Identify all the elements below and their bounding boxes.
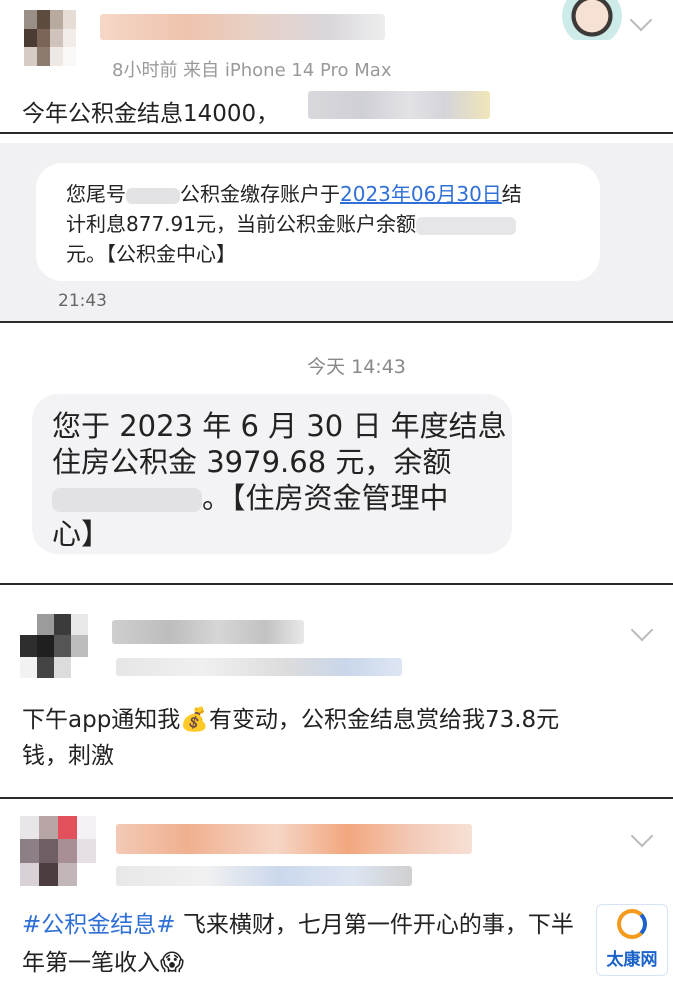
text-segment: 有变动，公积金结息赏给我73.8元 (208, 707, 560, 733)
meta-blurred (116, 658, 402, 676)
chevron-down-icon[interactable] (630, 824, 654, 848)
post-2: 下午app通知我💰有变动，公积金结息赏给我73.8元 钱，刺激 (0, 592, 673, 797)
message-text: 您尾号 公积金缴存账户于2023年06月30日结 计利息877.91元，当前公积金… (66, 179, 566, 269)
text-segment: 您尾号 (66, 182, 126, 206)
post-3: #公积金结息# 飞来横财，七月第一件开心的事，下半 年第一笔收入😱 太康网 (0, 806, 673, 979)
text-segment: 下午app通知我 (22, 707, 181, 733)
message-text: 您于 2023 年 6 月 30 日 年度结息 住房公积金 3979.68 元，… (52, 408, 507, 552)
balance-blurred (52, 488, 202, 512)
separator (0, 132, 673, 134)
post-1: 8小时前 来自 iPhone 14 Pro Max 今年公积金结息14000， (0, 0, 673, 132)
avatar[interactable] (20, 816, 96, 886)
text-line: 您于 2023 年 6 月 30 日 年度结息 (52, 409, 507, 443)
logo-mark (617, 909, 647, 939)
username-blurred[interactable] (100, 14, 385, 40)
chevron-down-icon[interactable] (629, 8, 653, 32)
hashtag-link[interactable]: #公积金结息# (22, 912, 176, 938)
post-text-content: 今年公积金结息14000， (22, 101, 280, 127)
sticker-image (557, 0, 627, 40)
message-time: 21:43 (58, 291, 107, 311)
text-segment: 年第一笔收入 (22, 950, 160, 976)
post-text: 今年公积金结息14000， (22, 94, 279, 128)
message-date-header: 今天 14:43 (307, 356, 406, 378)
post-text: #公积金结息# 飞来横财，七月第一件开心的事，下半 年第一笔收入😱 (22, 906, 662, 982)
text-segment: 。【住房资金管理中 (202, 481, 449, 515)
separator (0, 321, 673, 323)
text-line: 心】 (52, 517, 111, 551)
meta-blurred (116, 866, 412, 886)
watermark-text: 太康网 (606, 950, 658, 970)
post-meta: 8小时前 来自 iPhone 14 Pro Max (112, 60, 392, 81)
avatar[interactable] (20, 614, 88, 678)
text-segment: 计利息877.91元，当前公积金账户余额 (66, 212, 416, 236)
text-segment: 结 (501, 182, 522, 206)
username-blurred[interactable] (116, 824, 472, 854)
balance-blurred (415, 216, 516, 235)
account-tail-blurred (126, 187, 180, 204)
separator (0, 797, 673, 799)
text-segment: 元。【公积金中心】 (66, 242, 236, 266)
text-segment: 飞来横财，七月第一件开心的事，下半 (175, 912, 574, 938)
sms-screenshot-1: 您尾号 公积金缴存账户于2023年06月30日结 计利息877.91元，当前公积金… (0, 143, 673, 321)
post-text: 下午app通知我💰有变动，公积金结息赏给我73.8元 钱，刺激 (22, 702, 662, 774)
money-bag-icon: 💰 (180, 707, 209, 733)
date-link[interactable]: 2023年06月30日 (340, 182, 502, 206)
separator (0, 583, 673, 585)
avatar[interactable] (24, 10, 76, 66)
username-blurred[interactable] (112, 620, 304, 644)
text-blurred (308, 91, 490, 119)
scream-face-icon: 😱 (160, 950, 184, 976)
text-line: 住房公积金 3979.68 元，余额 (52, 445, 452, 479)
text-line: 钱，刺激 (22, 743, 114, 769)
text-segment: 公积金缴存账户于 (180, 182, 340, 206)
sms-screenshot-2: 今天 14:43 您于 2023 年 6 月 30 日 年度结息 住房公积金 3… (0, 328, 673, 583)
watermark-logo: 太康网 (596, 904, 668, 976)
chevron-down-icon[interactable] (630, 618, 654, 642)
